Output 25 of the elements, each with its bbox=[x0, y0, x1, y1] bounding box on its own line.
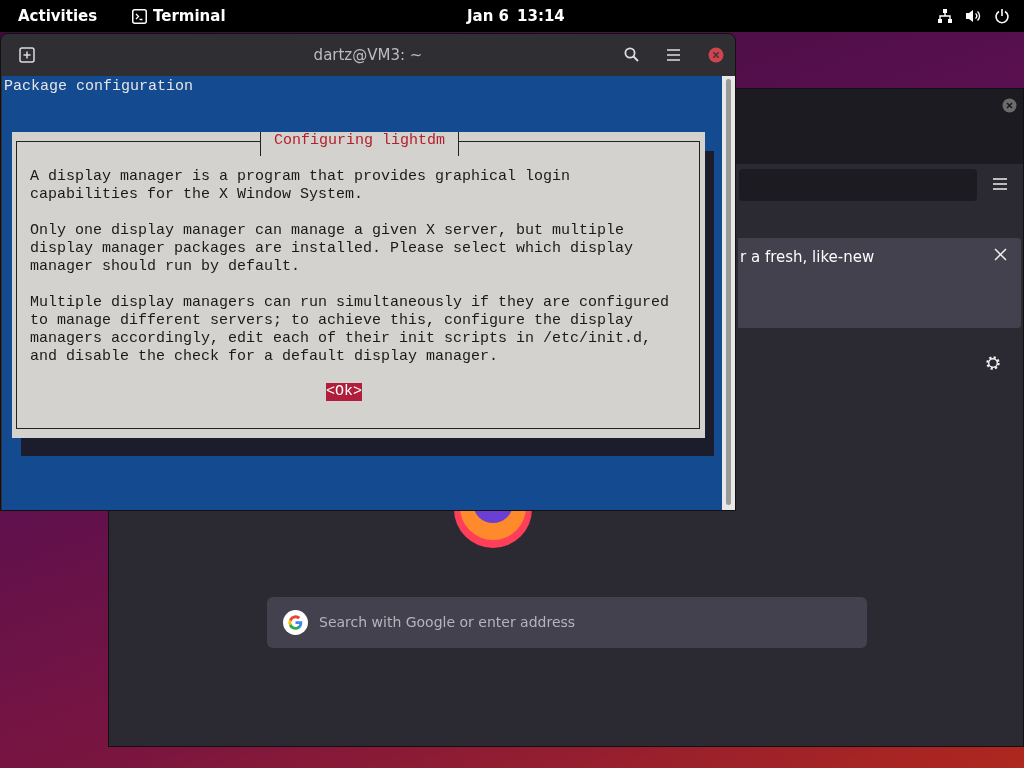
clock-time[interactable]: 13:14 bbox=[517, 4, 565, 28]
activities-button[interactable]: Activities bbox=[18, 4, 118, 28]
dialog-paragraph: Only one display manager can manage a given X server, but multiple display manager packages are installed. Please select which display manager should run by default. bbox=[30, 222, 635, 276]
menu-icon[interactable] bbox=[667, 49, 680, 61]
dialog-title: Configuring lightdm bbox=[260, 132, 460, 156]
menu-icon[interactable] bbox=[993, 178, 1007, 190]
window-title: dartz@VM3: ~ bbox=[313, 44, 423, 66]
notification-text: r a fresh, like-new bbox=[740, 247, 875, 268]
app-menu-button[interactable]: Terminal bbox=[153, 4, 226, 28]
terminal-icon bbox=[132, 8, 147, 24]
network-icon[interactable] bbox=[937, 8, 953, 24]
screen-heading: Package configuration bbox=[4, 78, 194, 96]
dialog-paragraph: A display manager is a program that provides graphical login capabilities for the X Window System. bbox=[30, 168, 572, 204]
search-placeholder: Search with Google or enter address bbox=[319, 613, 576, 632]
power-icon[interactable] bbox=[994, 8, 1010, 24]
search-field[interactable]: Search with Google or enter address bbox=[267, 597, 867, 648]
ok-button[interactable]: <Ok> bbox=[326, 383, 362, 401]
volume-icon[interactable] bbox=[965, 8, 982, 24]
settings-icon[interactable] bbox=[985, 355, 1001, 371]
clock-date[interactable]: Jan 6 bbox=[467, 4, 510, 28]
google-icon bbox=[283, 610, 308, 635]
search-icon[interactable] bbox=[624, 47, 639, 62]
new-tab-icon[interactable] bbox=[19, 47, 35, 63]
close-icon[interactable] bbox=[994, 248, 1007, 261]
dialog-paragraph: Multiple display managers can run simultaneously if they are configured to manage different servers; to achieve this, configure the display managers accordingly, edit each of their init scripts in /etc/init.d, and disable the check for a default display manager. bbox=[30, 294, 670, 366]
